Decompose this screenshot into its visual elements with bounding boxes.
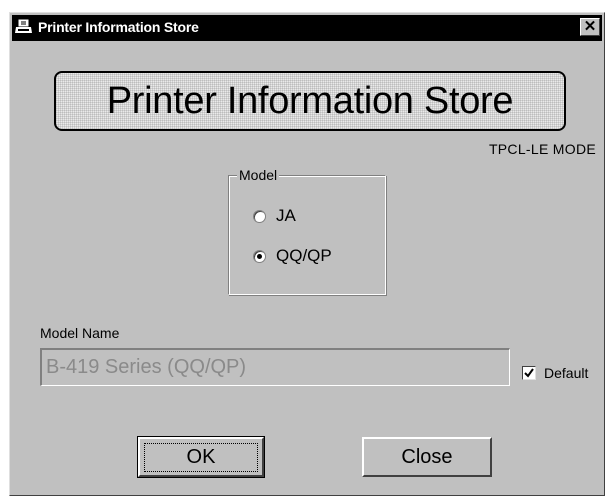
radio-ja[interactable]: [253, 209, 266, 223]
radio-option-ja[interactable]: JA: [253, 206, 296, 226]
default-checkbox[interactable]: [522, 366, 536, 380]
ok-button[interactable]: OK: [137, 436, 265, 478]
window-title: Printer Information Store: [38, 19, 199, 35]
default-checkbox-label: Default: [544, 365, 589, 381]
model-group-legend: Model: [237, 167, 280, 183]
app-banner: Printer Information Store: [54, 71, 566, 131]
close-window-button[interactable]: ✕: [580, 18, 600, 36]
default-checkbox-row[interactable]: Default: [522, 365, 588, 381]
close-icon: ✕: [583, 18, 597, 35]
model-name-field[interactable]: [40, 348, 510, 386]
title-bar[interactable]: Printer Information Store ✕: [12, 15, 602, 41]
ok-button-label: OK: [143, 442, 259, 472]
banner-title: Printer Information Store: [106, 79, 514, 122]
checkmark-icon: [524, 368, 534, 378]
radio-qqqp[interactable]: [253, 249, 266, 263]
model-group: Model JA QQ/QP: [228, 167, 386, 295]
radio-qqqp-label: QQ/QP: [276, 246, 332, 265]
close-button[interactable]: Close: [362, 437, 492, 477]
model-name-label: Model Name: [40, 325, 120, 341]
close-button-label: Close: [401, 445, 453, 468]
printer-info-dialog: Printer Information Store ✕ Printer Info…: [9, 12, 605, 496]
printer-icon: [15, 19, 33, 35]
radio-option-qqqp[interactable]: QQ/QP: [253, 246, 332, 266]
mode-label: TPCL-LE MODE: [488, 141, 596, 157]
radio-ja-label: JA: [276, 206, 296, 225]
